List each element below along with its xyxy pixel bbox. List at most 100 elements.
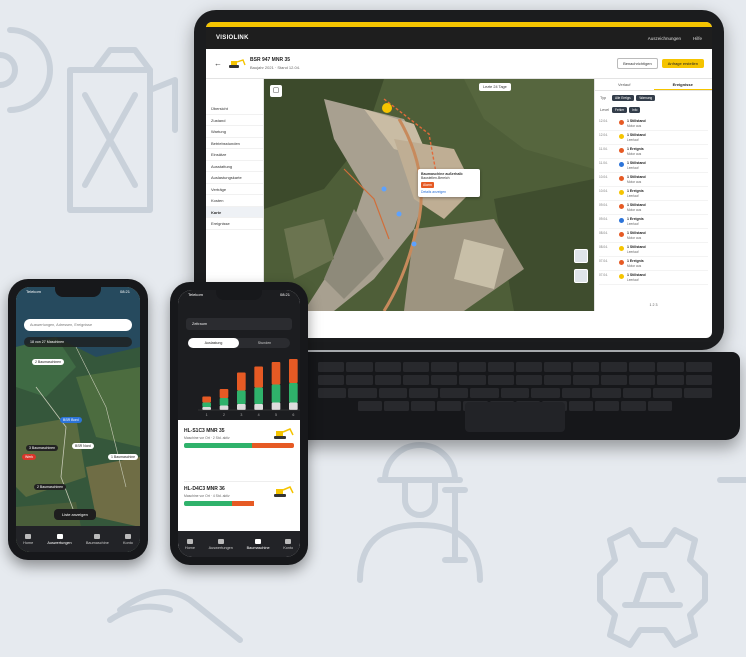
bar-segment[interactable] [271, 362, 281, 385]
sidebar-item[interactable]: Betriebsstunden [206, 138, 263, 149]
toggle-utilization[interactable]: Auslastung [188, 338, 239, 348]
tab-history[interactable]: Verlauf [595, 79, 654, 90]
sidebar-item[interactable]: Wartung [206, 126, 263, 138]
bar-segment[interactable] [202, 402, 211, 408]
nav-item[interactable]: Baumaschine [247, 538, 270, 550]
notify-button[interactable]: Benachrichtigen [617, 58, 658, 69]
bar-segment[interactable] [237, 390, 246, 405]
nav-item[interactable]: Konto [123, 533, 133, 545]
key [561, 388, 591, 398]
event-row[interactable]: 07.04. 1 Ereignis Motor aus [599, 257, 708, 271]
machine-count-pill[interactable]: 18 von 27 Maschinen [24, 337, 132, 347]
event-row[interactable]: 09.04. 1 Ereignis Leerlauf [599, 215, 708, 229]
event-row[interactable]: 07.04. 1 Stillstand Leerlauf [599, 271, 708, 285]
map-zoom-icon[interactable] [574, 269, 588, 283]
map-popup[interactable]: Baumaschine außerhalb Baustellen-Bereich… [418, 169, 480, 197]
sidebar-item[interactable]: Zustand [206, 115, 263, 126]
x-tick-label: 1 [206, 413, 208, 417]
nav-item[interactable]: Home [23, 533, 33, 545]
nav-item[interactable]: Home [185, 538, 195, 550]
bar-segment[interactable] [202, 407, 211, 410]
event-row[interactable]: 12.04. 1 Stillstand Leerlauf [599, 131, 708, 145]
period-dropdown[interactable]: Zeitraum [186, 318, 292, 330]
excavator-icon [274, 428, 294, 439]
map-period-select[interactable]: Lezte 24 Tage [479, 83, 511, 91]
map-cluster-label[interactable]: 2 Baumaschinen [34, 484, 67, 490]
map-cluster-label[interactable]: BSR Bord [60, 417, 82, 423]
search-input[interactable]: Auswertungen, Adressen, Ereignisse [24, 319, 132, 331]
bar-segment[interactable] [289, 383, 298, 403]
bar-segment[interactable] [219, 398, 229, 406]
nav-item[interactable]: Auswertungen [47, 533, 72, 545]
nav-item[interactable]: Konto [283, 538, 293, 550]
bar-segment[interactable] [289, 359, 298, 383]
filter-chip-all[interactable]: Alle Ereign. [612, 95, 635, 101]
map-layer-icon[interactable] [574, 249, 588, 263]
carrier-label: Telekom [26, 289, 41, 294]
filter-chip-error[interactable]: Fehler [612, 107, 628, 113]
sidebar-item[interactable]: Karte [206, 206, 263, 218]
event-row[interactable]: 09.04. 1 Stillstand Motor aus [599, 201, 708, 215]
bar-segment[interactable] [237, 404, 246, 410]
map-tool-icon[interactable]: ▢ [270, 85, 282, 97]
filter-chip-info[interactable]: Info [629, 107, 641, 113]
bar-segment[interactable] [202, 396, 211, 403]
sidebar-item[interactable]: Ereignisse [206, 218, 263, 230]
key [459, 362, 486, 372]
sidebar-item[interactable]: Ausstattung [206, 161, 263, 172]
pagination[interactable]: 1 2 3 [595, 303, 712, 307]
bar-segment[interactable] [254, 387, 263, 405]
request-button[interactable]: Anfrage erstellen [661, 59, 704, 68]
event-status-icon [619, 176, 624, 181]
map-cluster-label[interactable]: 1 Baumaschine [108, 454, 139, 460]
header-link-help[interactable]: Hilfe [693, 36, 702, 41]
key [470, 388, 499, 398]
sidebar-item[interactable]: Auslastungskarte [206, 172, 263, 184]
nav-item[interactable]: Auswertungen [209, 538, 233, 550]
sidebar: Übersicht Zustand Wartung Betriebsstunden Ei… [206, 79, 264, 311]
bar-segment[interactable] [254, 366, 263, 388]
excavator-icon [229, 58, 246, 68]
header-link-awards[interactable]: Auszeichnungen [648, 36, 681, 41]
event-date: 08.04. [599, 231, 608, 235]
event-row[interactable]: 11.04. 1 Stillstand Leerlauf [599, 159, 708, 173]
sidebar-item[interactable]: Einsätze [206, 149, 263, 161]
x-tick-label: 6 [292, 413, 294, 417]
machine-marker-icon[interactable] [382, 103, 392, 113]
bar-segment[interactable] [289, 402, 298, 411]
key [568, 401, 593, 411]
event-row[interactable]: 08.04. 1 Stillstand Motor aus [599, 229, 708, 243]
show-list-button[interactable]: Liste anzeigen [54, 509, 96, 520]
sidebar-item[interactable]: Übersicht [206, 103, 263, 115]
event-row[interactable]: 10.04. 1 Stillstand Motor aus [599, 173, 708, 187]
event-row[interactable]: 12.04. 1 Stillstand Motor aus [599, 117, 708, 131]
filter-label-level: Level [600, 108, 610, 112]
back-arrow-icon[interactable]: ← [214, 59, 222, 68]
sidebar-item[interactable]: Verträge [206, 184, 263, 195]
machine-card[interactable]: HL-S1C3 MNR 35 Maschine vor Ort · 2 Std. … [184, 428, 294, 482]
filter-chip-warning[interactable]: Warnung [636, 95, 656, 101]
key [318, 362, 345, 372]
bar-segment[interactable] [271, 384, 281, 403]
satellite-map[interactable]: ▢ Lezte 24 Tage Baumaschine außerhalb Ba… [264, 79, 594, 311]
event-text: 1 Stillstand Leerlauf [627, 161, 708, 170]
key [431, 362, 458, 372]
popup-details-link[interactable]: Details anzeigen [421, 190, 477, 194]
toggle-hours[interactable]: Stunden [239, 338, 290, 348]
event-row[interactable]: 08.04. 1 Stillstand Leerlauf [599, 243, 708, 257]
map-cluster-label[interactable]: 3 Baumaschinen [26, 445, 59, 451]
bar-segment[interactable] [219, 405, 229, 411]
bar-segment[interactable] [237, 372, 246, 391]
tab-events[interactable]: Ereignisse [653, 79, 712, 90]
event-row[interactable]: 11.04. 1 Ereignis Motor aus [599, 145, 708, 159]
nav-item[interactable]: Baumaschine [86, 533, 109, 545]
map-cluster-label[interactable]: 2 Baumaschinen [32, 359, 65, 365]
map-cluster-label[interactable]: BSR Nord [72, 443, 94, 449]
sidebar-item[interactable]: Kosten [206, 195, 263, 207]
bar-segment[interactable] [219, 389, 229, 398]
event-row[interactable]: 10.04. 1 Ereignis Leerlauf [599, 187, 708, 201]
bar-segment[interactable] [254, 404, 263, 410]
brand-logo[interactable]: VISIOLINK [216, 35, 249, 41]
map-cluster-label[interactable]: Werk [22, 454, 37, 460]
bar-segment[interactable] [271, 402, 281, 411]
